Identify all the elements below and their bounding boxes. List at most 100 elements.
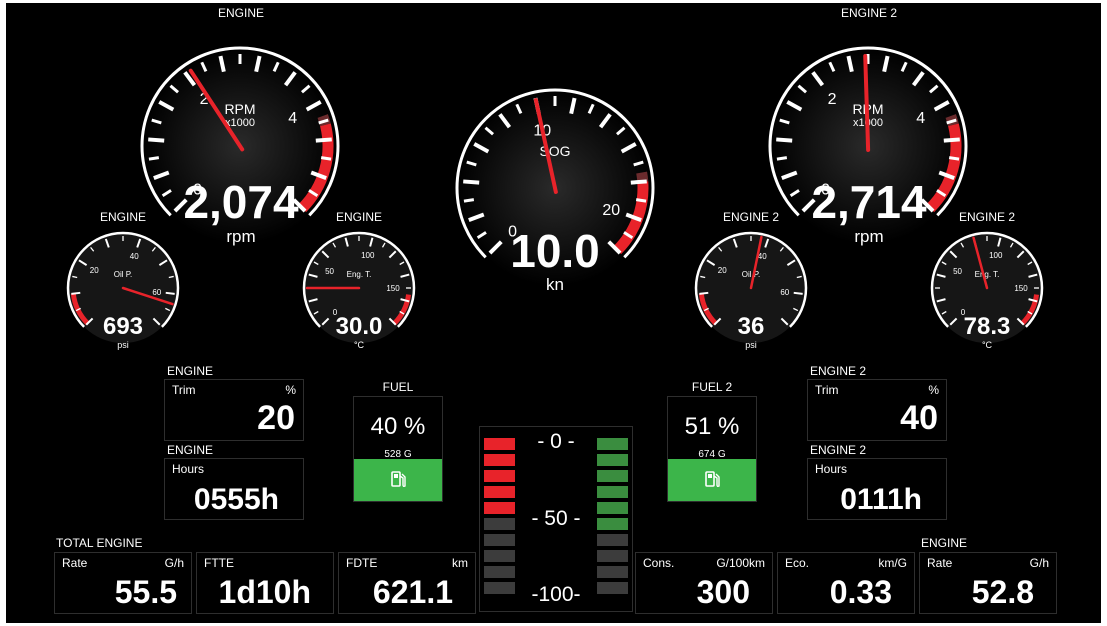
gauge-tick-label: 20 xyxy=(602,202,620,219)
gauge-tick xyxy=(776,156,788,161)
engine1-header: ENGINE xyxy=(217,6,265,20)
engine2-rpm-value: 2,714 xyxy=(811,176,927,228)
cell-label: FTTE xyxy=(204,556,234,570)
gauge-title: RPM xyxy=(224,101,255,117)
engine2-trim-header: ENGINE 2 xyxy=(810,364,867,378)
economy-tile[interactable]: Eco. km/G 0.33 xyxy=(777,552,915,614)
gauge-tick-label: 150 xyxy=(386,284,400,293)
engine1-oil-value: 693 xyxy=(102,313,144,340)
fdte-value: 621.1 xyxy=(372,574,453,610)
gauge-tick xyxy=(148,137,165,143)
engine2-hours-value: 0111h xyxy=(840,483,922,516)
engine-rate-tile[interactable]: Rate G/h 52.8 xyxy=(919,552,1057,614)
gauge-tick-label: 150 xyxy=(1014,284,1028,293)
tank-segment-right xyxy=(597,470,628,482)
cell-unit: km/G xyxy=(878,556,907,570)
fuel2-percent: 51 % xyxy=(684,413,740,440)
tank-segment-left xyxy=(484,438,515,450)
gauge-tick xyxy=(148,156,160,161)
tank-segment-right xyxy=(597,518,628,530)
engine1-hours-value: 0555h xyxy=(193,483,279,516)
engine1-trim-tile[interactable]: Trim % 20 xyxy=(164,379,304,441)
gauge-tick-label: 20 xyxy=(90,266,99,275)
engine2-temp-unit: °C xyxy=(981,340,993,350)
engine2-header: ENGINE 2 xyxy=(840,6,898,20)
total-engine-header: TOTAL ENGINE xyxy=(56,536,143,550)
sog-value: 10.0 xyxy=(510,225,600,277)
engine1-trim-header: ENGINE xyxy=(167,364,214,378)
gauge-title: Eng. T. xyxy=(975,270,1000,279)
gauge-tick-label: 4 xyxy=(288,110,297,127)
gauge-tick xyxy=(71,291,81,295)
gauge-tick-label: 60 xyxy=(780,288,789,297)
engine1-trim-value: 20 xyxy=(257,399,295,437)
engine-rate-header: ENGINE xyxy=(921,536,968,550)
gauge-tick xyxy=(463,198,475,203)
tank-segment-left xyxy=(484,518,515,530)
fuel-pump-icon xyxy=(705,471,720,488)
gauge-tick xyxy=(320,156,332,161)
tank-level-bars[interactable]: - 0 - - 50 - -100- xyxy=(479,426,633,612)
gauge-tick xyxy=(699,291,709,295)
engine2-temp-value: 78.3 xyxy=(963,313,1011,340)
tank-segment-left xyxy=(484,470,515,482)
gauge-tick-label: 2 xyxy=(828,91,837,108)
gauge-tick xyxy=(463,179,480,185)
tank-segment-right xyxy=(597,502,628,514)
tank-segment-right xyxy=(597,454,628,466)
gauge-tick-label: 40 xyxy=(130,252,139,261)
gauge-tick xyxy=(948,156,960,161)
economy-value: 0.33 xyxy=(829,574,892,610)
gauge-tick-label: 20 xyxy=(718,266,727,275)
engine-rate-value: 52.8 xyxy=(971,574,1034,610)
tank-segment-right xyxy=(597,550,628,562)
trim-label: Trim xyxy=(172,383,196,397)
hours-label: Hours xyxy=(815,462,848,476)
gauge-title: Eng. T. xyxy=(347,270,372,279)
engine1-temp-header: ENGINE xyxy=(335,210,383,224)
gauge-tick-label: 50 xyxy=(953,267,962,276)
cell-label: Rate xyxy=(927,556,953,570)
gauge-tick xyxy=(635,198,647,203)
engine2-trim-value: 40 xyxy=(900,399,938,437)
tank-segment-right xyxy=(597,566,628,578)
engine1-oil-header: ENGINE xyxy=(99,210,147,224)
gauge-tick-label: 60 xyxy=(152,288,161,297)
hours-label: Hours xyxy=(172,462,205,476)
engine2-oil-unit: psi xyxy=(745,340,757,350)
engine2-temp-header: ENGINE 2 xyxy=(958,210,1016,224)
engine2-trim-tile[interactable]: Trim % 40 xyxy=(807,379,947,441)
engine1-temp-unit: °C xyxy=(353,340,365,350)
dashboard-screen: ENGINE ENGINE 2 024RPMx1000 2,074 rpm 01… xyxy=(6,3,1101,623)
gauge-tick xyxy=(943,137,960,143)
cell-unit: G/h xyxy=(164,556,184,570)
engine1-hours-tile[interactable]: Hours 0555h xyxy=(164,458,304,520)
gauge-tick xyxy=(776,137,793,143)
cell-label: Eco. xyxy=(785,556,810,570)
tank-segment-left xyxy=(484,566,515,578)
engine2-hours-tile[interactable]: Hours 0111h xyxy=(807,458,947,520)
tank-segment-right xyxy=(597,438,628,450)
ftte-tile[interactable]: FTTE 1d10h xyxy=(196,552,334,614)
tank-segment-right xyxy=(597,582,628,594)
total-rate-value: 55.5 xyxy=(114,574,177,610)
cell-unit: G/h xyxy=(1029,556,1049,570)
tank-segment-left xyxy=(484,550,515,562)
consumption-tile[interactable]: Cons. G/100km 300 xyxy=(635,552,773,614)
engine2-hours-header: ENGINE 2 xyxy=(810,443,867,457)
gauge-tick xyxy=(315,137,332,143)
fuel1-percent: 40 % xyxy=(370,413,426,440)
engine1-hours-header: ENGINE xyxy=(167,443,214,457)
gauge-tick xyxy=(793,291,803,295)
cell-label: Rate xyxy=(62,556,88,570)
cell-label: Cons. xyxy=(643,556,675,570)
gauge-tick-label: 100 xyxy=(361,251,375,260)
fuel2-tile[interactable]: 51 % 674 G xyxy=(667,396,757,502)
fuel1-tile[interactable]: 40 % 528 G xyxy=(353,396,443,502)
fdte-tile[interactable]: FDTE km 621.1 xyxy=(338,552,476,614)
fuel-pump-icon xyxy=(391,471,406,488)
tank-segment-right xyxy=(597,534,628,546)
total-rate-tile[interactable]: Rate G/h 55.5 xyxy=(54,552,192,614)
engine2-oil-value: 36 xyxy=(737,313,765,340)
tank-segment-left xyxy=(484,454,515,466)
